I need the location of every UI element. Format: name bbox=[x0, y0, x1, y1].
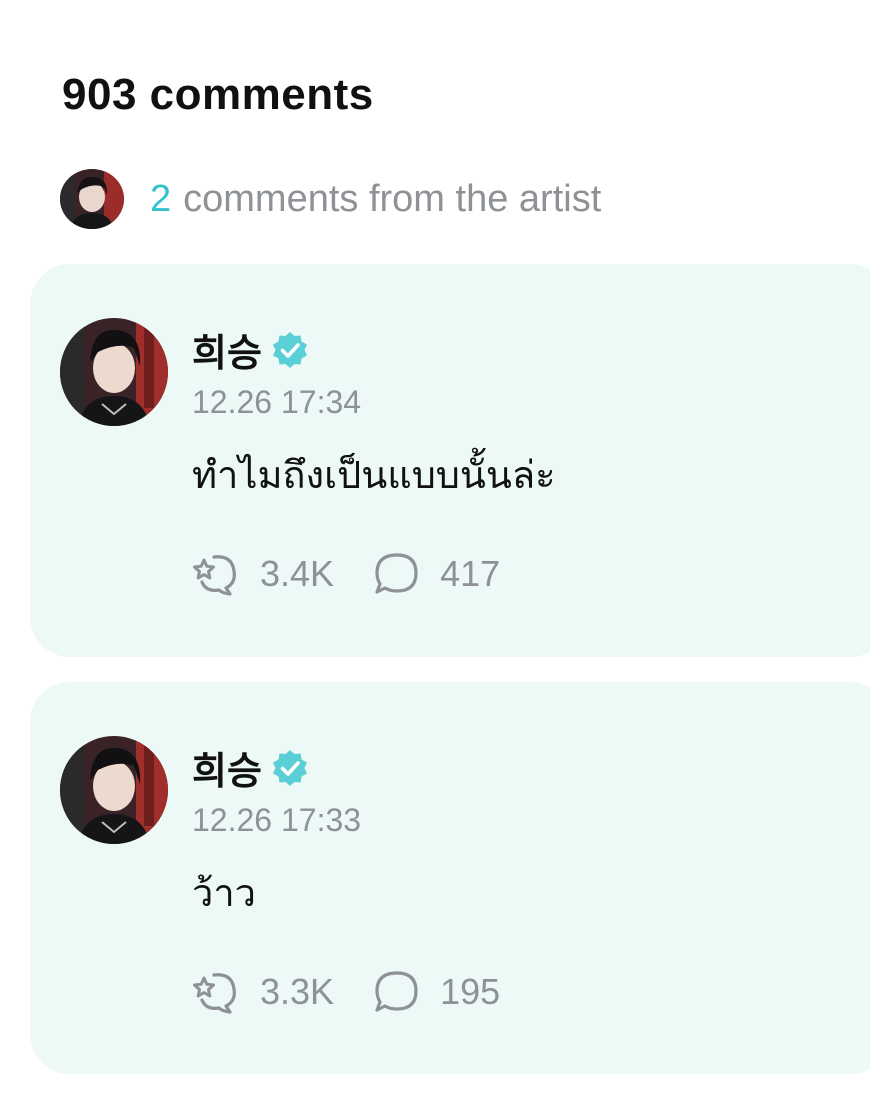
speech-bubble-icon bbox=[375, 971, 418, 1012]
reply-count: 195 bbox=[440, 971, 501, 1012]
cheer-icon bbox=[193, 973, 236, 1014]
author-avatar[interactable] bbox=[60, 736, 168, 844]
artist-comment-card: 희승 12.26 17:33 ว้าว 3.3K 195 bbox=[30, 682, 870, 1074]
author-avatar[interactable] bbox=[60, 318, 168, 426]
artist-comment-card: 희승 12.26 17:34 ทำไมถึงเป็นแบบนั้นล่ะ 3.4… bbox=[30, 264, 870, 657]
reply-button[interactable]: 195 bbox=[372, 969, 500, 1015]
reply-count: 417 bbox=[440, 553, 501, 594]
cheer-button[interactable]: 3.3K bbox=[192, 969, 334, 1015]
reply-button[interactable]: 417 bbox=[372, 551, 500, 597]
artist-comment-label: comments from the artist bbox=[183, 177, 602, 220]
artist-avatar-small bbox=[60, 169, 124, 229]
cheer-count: 3.3K bbox=[260, 971, 335, 1012]
comment-timestamp: 12.26 17:34 bbox=[192, 384, 362, 420]
comment-text: ว้าว bbox=[192, 871, 257, 915]
verified-badge-icon bbox=[272, 749, 307, 786]
verified-badge-icon bbox=[272, 331, 307, 368]
speech-bubble-icon bbox=[375, 553, 418, 594]
cheer-button[interactable]: 3.4K bbox=[192, 551, 334, 597]
artist-comment-count: 2 bbox=[150, 177, 172, 220]
comment-timestamp: 12.26 17:33 bbox=[192, 802, 362, 838]
cheer-icon bbox=[193, 555, 236, 596]
artist-comments-filter[interactable]: 2 comments from the artist bbox=[60, 168, 601, 230]
comments-title: 903 comments bbox=[62, 70, 374, 119]
author-name[interactable]: 희승 bbox=[192, 322, 262, 377]
comment-text: ทำไมถึงเป็นแบบนั้นล่ะ bbox=[192, 453, 556, 497]
author-name[interactable]: 희승 bbox=[192, 740, 262, 795]
cheer-count: 3.4K bbox=[260, 553, 335, 594]
